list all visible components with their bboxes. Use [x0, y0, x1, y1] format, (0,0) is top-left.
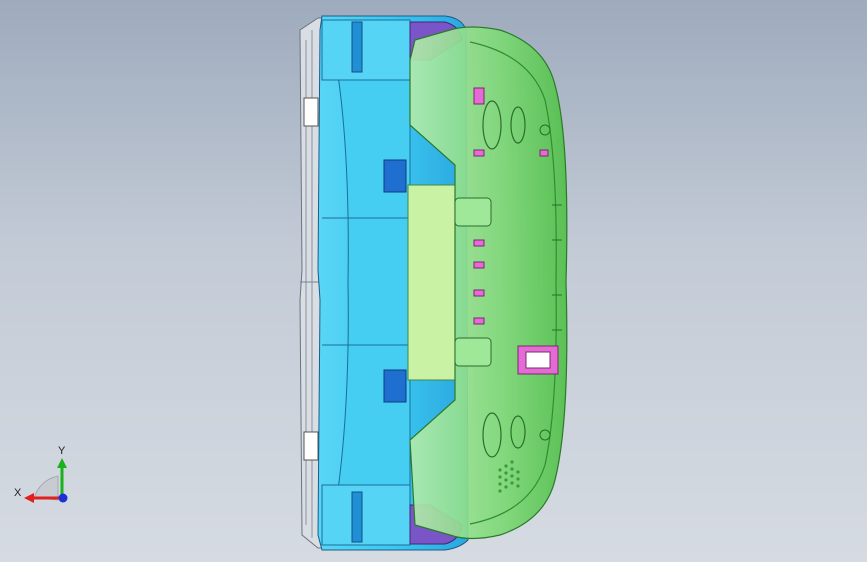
x-axis-label: X	[14, 487, 22, 499]
y-axis-label: Y	[58, 445, 66, 457]
orientation-triad: Y X	[14, 445, 68, 503]
cad-viewport[interactable]: Y X	[0, 0, 867, 562]
z-axis-marker	[58, 493, 68, 503]
